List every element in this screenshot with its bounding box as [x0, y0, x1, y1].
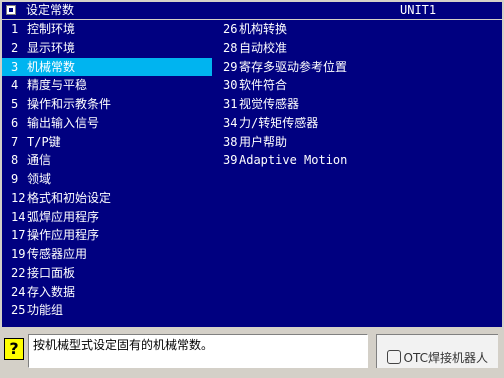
menu-item-number: 8 — [11, 153, 19, 168]
watermark: OTC焊接机器人 — [386, 349, 488, 366]
menu-item-label: 显示环境 — [27, 40, 76, 55]
menu-item[interactable]: 38 用户帮助 — [214, 133, 502, 152]
help-icon[interactable]: ? — [4, 338, 24, 360]
menu-column-right: 26 机构转换 28 自动校准 29 寄存多驱动参考位置 30 软件符合 31 视觉传感器 34 力/… — [214, 20, 502, 170]
menu-item[interactable]: 31 视觉传感器 — [214, 95, 502, 114]
menu-item-label: 功能组 — [27, 303, 64, 318]
menu-item-number: 14 — [11, 209, 26, 224]
menu-item-label: 传感器应用 — [27, 247, 88, 261]
menu-item-number: 31 — [223, 97, 238, 111]
menu-item-label: 输出输入信号 — [27, 115, 100, 130]
menu-item-number: 4 — [11, 78, 19, 93]
menu-item-label: 接口面板 — [27, 265, 76, 280]
menu-item[interactable]: 5 操作和示教条件 — [2, 95, 212, 114]
menu-item[interactable]: 4 精度与平稳 — [2, 76, 212, 95]
menu-item[interactable]: 12 格式和初始设定 — [2, 189, 212, 208]
unit-label: UNIT1 — [400, 3, 437, 17]
menu-item-number: 38 — [223, 134, 238, 149]
menu-item[interactable]: 6 输出输入信号 — [2, 114, 212, 133]
menu-item-label: 寄存多驱动参考位置 — [239, 59, 348, 74]
menu-item-number: 6 — [11, 115, 19, 130]
menu-item-number: 2 — [11, 40, 19, 55]
menu-item-label: 机械常数 — [27, 59, 76, 74]
menu-item[interactable]: 39 Adaptive Motion — [214, 151, 502, 170]
menu-item-number: 30 — [223, 78, 238, 93]
menu-item-number: 34 — [223, 115, 238, 130]
menu-item-number: 1 — [11, 22, 19, 36]
menu-item[interactable]: 19 传感器应用 — [2, 245, 212, 264]
menu-item[interactable]: 34 力/转矩传感器 — [214, 114, 502, 133]
menu-item-number: 29 — [223, 59, 238, 74]
menu-item-number: 7 — [11, 134, 19, 149]
menu-item-number: 26 — [223, 22, 238, 36]
menu-item-number: 17 — [11, 228, 26, 243]
menu-panel: 1 控制环境 2 显示环境 3 机械常数 4 精度与平稳 5 操作和示教条件 6 输出输入信号 7 T/P… — [2, 20, 502, 327]
menu-item[interactable]: 3 机械常数 — [2, 57, 212, 77]
menu-item-label: 弧焊应用程序 — [27, 209, 100, 224]
menu-item-label: 存入数据 — [27, 284, 76, 299]
menu-item[interactable]: 28 自动校准 — [214, 39, 502, 58]
menu-item[interactable]: 1 控制环境 — [2, 20, 212, 39]
menu-item-number: 9 — [11, 172, 19, 186]
menu-item-number: 39 — [223, 153, 238, 168]
menu-item-label: 视觉传感器 — [239, 97, 300, 111]
menu-item-label: Adaptive Motion — [239, 153, 348, 168]
menu-item-number: 5 — [11, 97, 19, 111]
menu-item[interactable]: 22 接口面板 — [2, 264, 212, 283]
menu-item-label: 自动校准 — [239, 40, 288, 55]
menu-item[interactable]: 2 显示环境 — [2, 39, 212, 58]
menu-item-number: 3 — [11, 59, 19, 74]
menu-item-number: 22 — [11, 265, 26, 280]
menu-item-label: 用户帮助 — [239, 134, 288, 149]
menu-item-number: 12 — [11, 190, 26, 205]
menu-item-number: 19 — [11, 247, 26, 261]
menu-item-label: 通信 — [27, 153, 52, 168]
menu-column-left: 1 控制环境 2 显示环境 3 机械常数 4 精度与平稳 5 操作和示教条件 6 输出输入信号 7 T/P… — [2, 20, 212, 320]
menu-item-label: 操作和示教条件 — [27, 97, 112, 111]
menu-item[interactable]: 9 领域 — [2, 170, 212, 189]
menu-item-label: 软件符合 — [239, 78, 288, 93]
menu-item[interactable]: 14 弧焊应用程序 — [2, 208, 212, 227]
menu-item-label: 领域 — [27, 172, 52, 186]
menu-item-label: 控制环境 — [27, 22, 76, 36]
menu-item-number: 25 — [11, 303, 26, 318]
status-message: 按机械型式设定固有的机械常数。 — [33, 338, 214, 352]
menu-item[interactable]: 8 通信 — [2, 151, 212, 170]
window-title: 设定常数 — [26, 3, 75, 17]
menu-item[interactable]: 30 软件符合 — [214, 76, 502, 95]
menu-item-label: T/P键 — [27, 134, 61, 149]
menu-item[interactable]: 24 存入数据 — [2, 283, 212, 302]
menu-item-label: 力/转矩传感器 — [239, 115, 319, 130]
status-message-box: 按机械型式设定固有的机械常数。 — [28, 334, 368, 368]
menu-item-number: 24 — [11, 284, 26, 299]
menu-icon[interactable] — [6, 5, 16, 15]
wechat-logo-icon — [386, 350, 401, 364]
menu-item[interactable]: 17 操作应用程序 — [2, 226, 212, 245]
status-secondary-box: OTC焊接机器人 — [376, 334, 498, 368]
menu-item[interactable]: 25 功能组 — [2, 301, 212, 320]
menu-item-label: 操作应用程序 — [27, 228, 100, 243]
menu-item[interactable]: 7 T/P键 — [2, 133, 212, 152]
menu-item-label: 机构转换 — [239, 22, 288, 36]
menu-item-label: 精度与平稳 — [27, 78, 88, 93]
title-bar: 设定常数 UNIT1 — [2, 2, 502, 19]
status-bar: ? 按机械型式设定固有的机械常数。 OTC焊接机器人 — [0, 330, 504, 378]
window: 设定常数 UNIT1 1 控制环境 2 显示环境 3 机械常数 4 精度与平稳 5 操作和示教条件… — [0, 0, 504, 378]
menu-item[interactable]: 26 机构转换 — [214, 20, 502, 39]
menu-item-number: 28 — [223, 40, 238, 55]
watermark-text: OTC焊接机器人 — [403, 351, 488, 365]
menu-item[interactable]: 29 寄存多驱动参考位置 — [214, 58, 502, 77]
menu-item-label: 格式和初始设定 — [27, 190, 112, 205]
